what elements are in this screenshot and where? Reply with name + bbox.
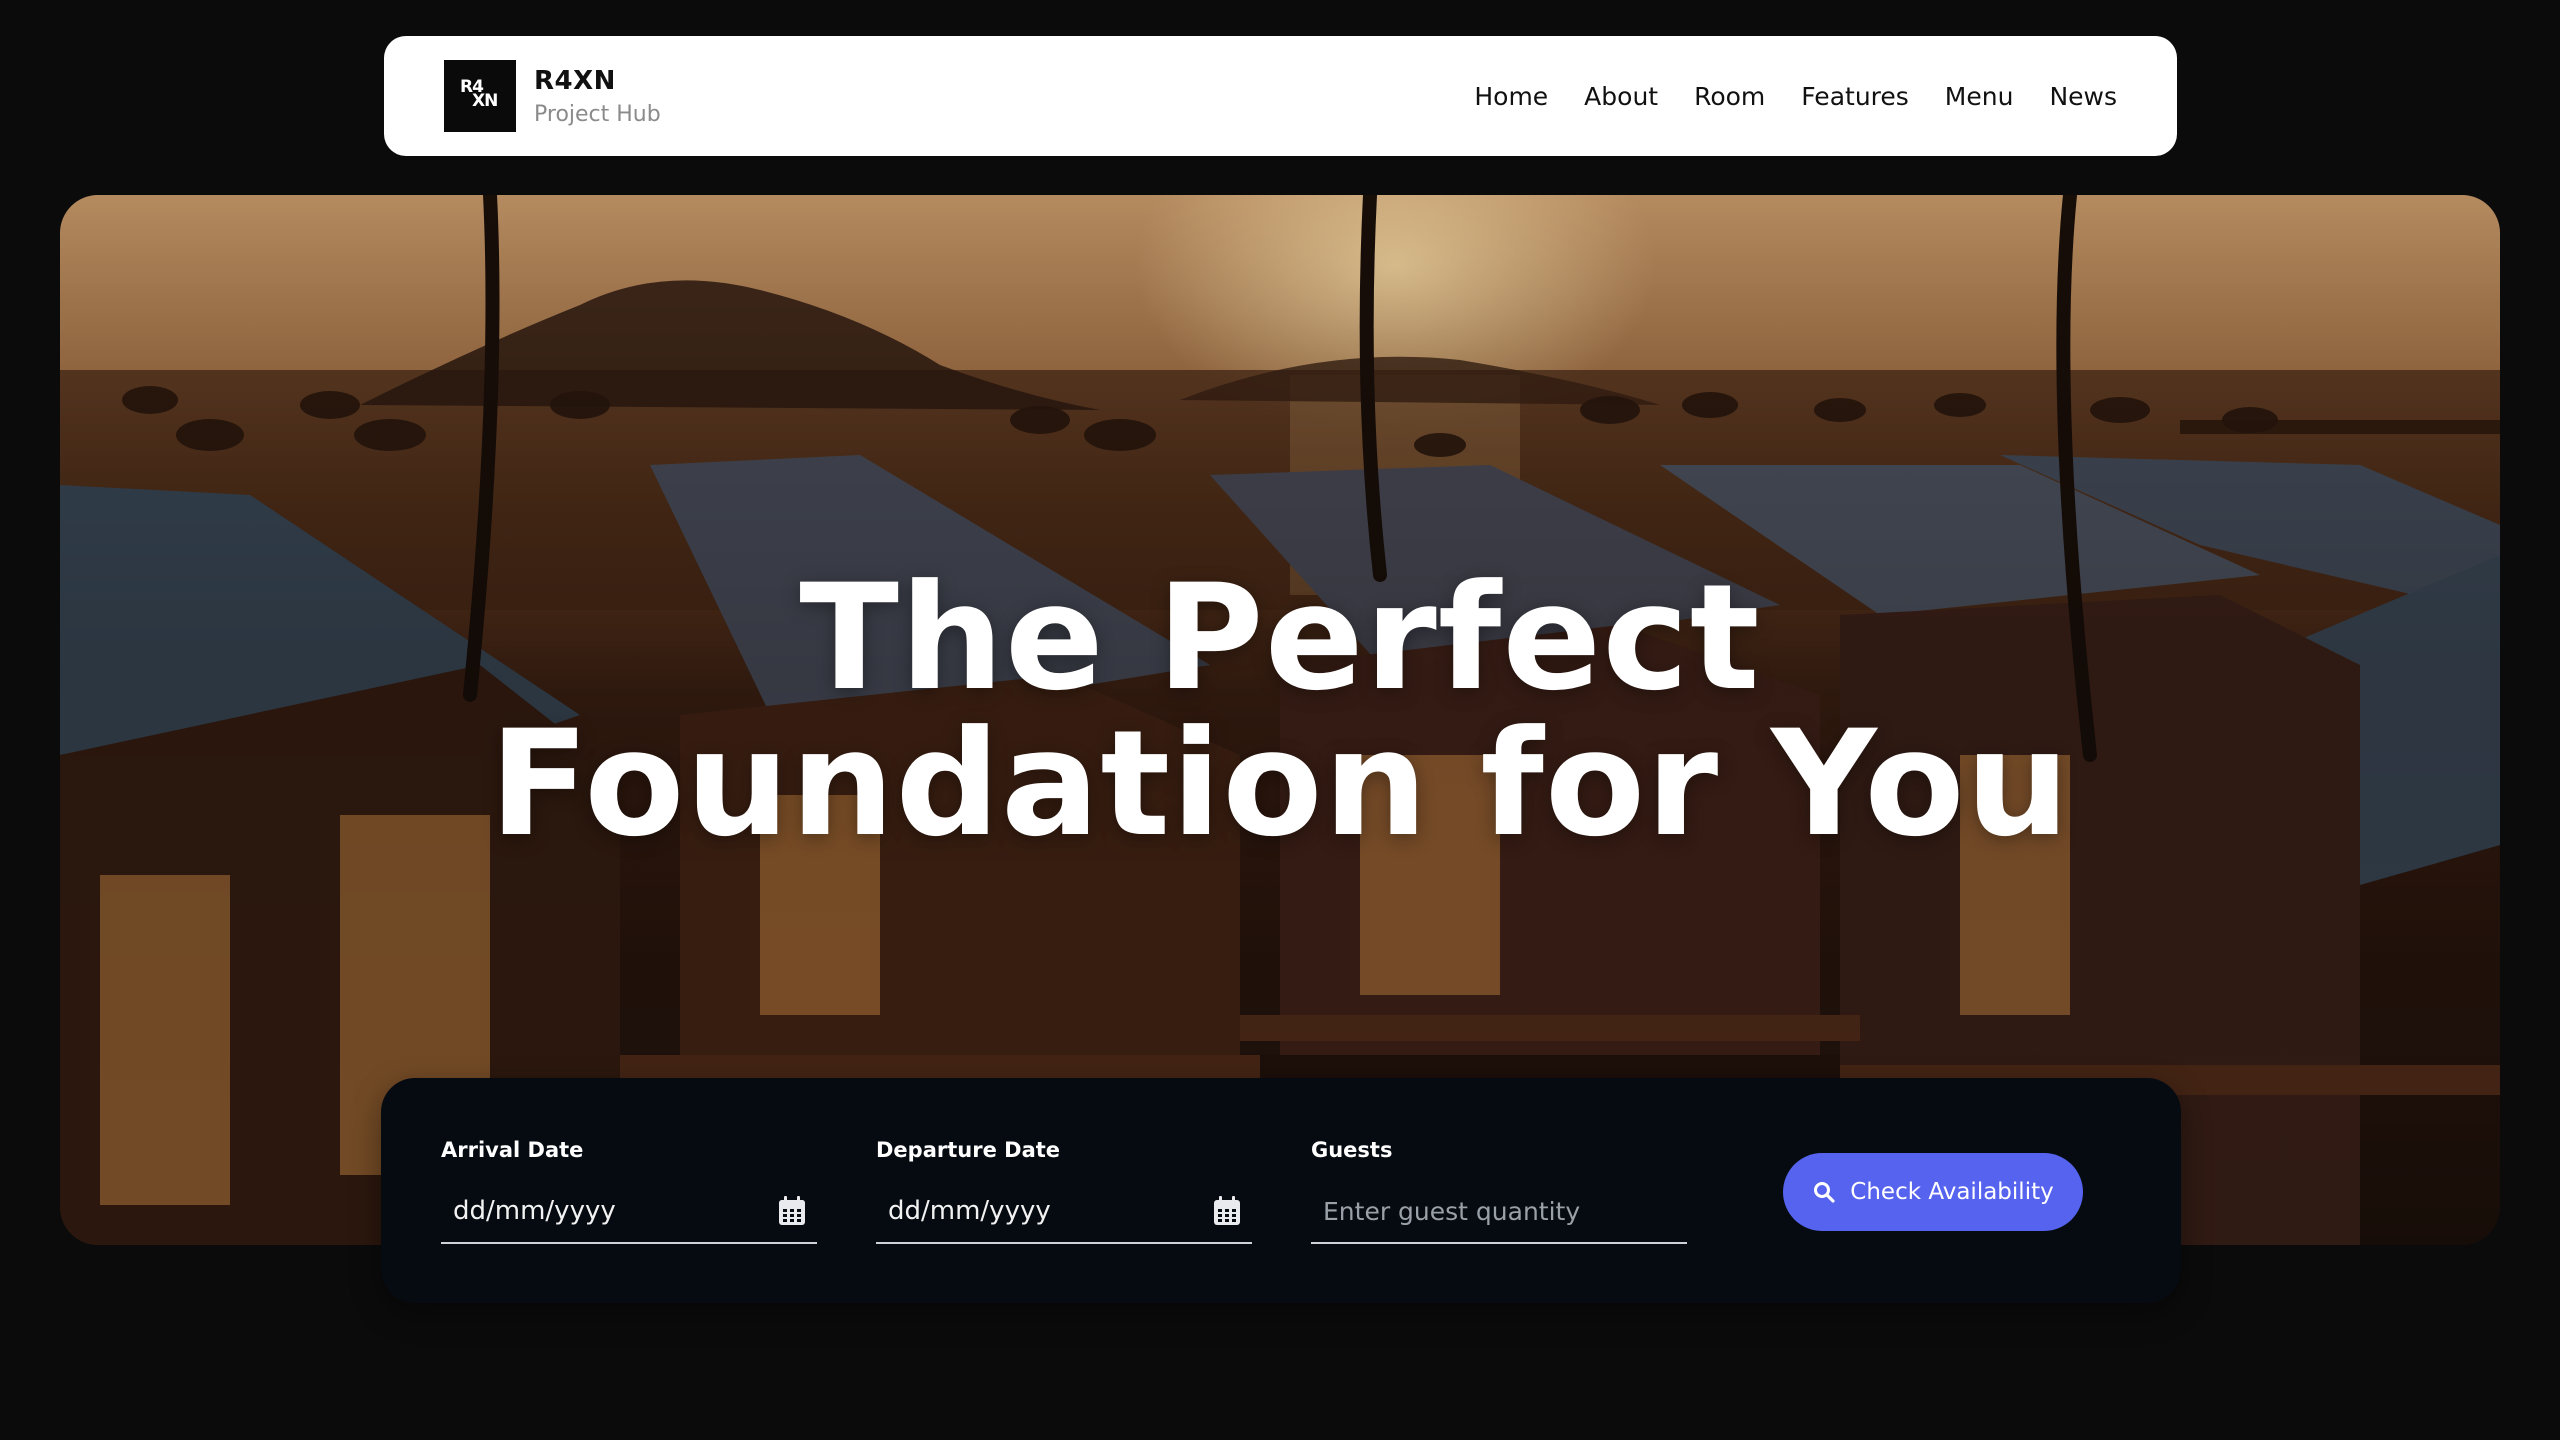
nav-link-room[interactable]: Room [1694, 82, 1765, 111]
departure-date-label: Departure Date [876, 1138, 1061, 1162]
nav-link-news[interactable]: News [2049, 82, 2117, 111]
booking-form: Arrival Date dd/mm/yyyy Departure Date d… [381, 1078, 2181, 1303]
guests-label: Guests [1311, 1138, 1393, 1162]
brand-subtitle: Project Hub [534, 101, 661, 127]
brand-text: R4XN Project Hub [534, 66, 661, 127]
logo-text-bottom: XN [472, 91, 498, 111]
calendar-icon[interactable] [777, 1195, 807, 1227]
calendar-icon[interactable] [1212, 1195, 1242, 1227]
arrival-date-label: Arrival Date [441, 1138, 584, 1162]
nav-link-home[interactable]: Home [1474, 82, 1548, 111]
departure-date-value: dd/mm/yyyy [888, 1196, 1051, 1226]
guests-input[interactable]: Enter guest quantity [1311, 1180, 1687, 1244]
arrival-date-input[interactable]: dd/mm/yyyy [441, 1180, 817, 1244]
arrival-date-value: dd/mm/yyyy [453, 1196, 616, 1226]
main-nav: Home About Room Features Menu News [1474, 82, 2117, 111]
nav-link-features[interactable]: Features [1801, 82, 1909, 111]
search-icon [1814, 1182, 1835, 1203]
guests-placeholder: Enter guest quantity [1323, 1196, 1581, 1226]
brand-name: R4XN [534, 65, 616, 96]
brand-logo[interactable]: R4 XN [444, 60, 516, 132]
check-availability-button[interactable]: Check Availability [1783, 1153, 2083, 1231]
brand[interactable]: R4 XN R4XN Project Hub [444, 60, 661, 132]
hero-headline-line1: The Perfect [799, 553, 1761, 723]
nav-link-about[interactable]: About [1584, 82, 1658, 111]
arrival-date-field: Arrival Date dd/mm/yyyy [441, 1138, 817, 1244]
departure-date-input[interactable]: dd/mm/yyyy [876, 1180, 1252, 1244]
top-navbar: R4 XN R4XN Project Hub Home About Room F… [384, 36, 2177, 156]
hero-headline: The Perfect Foundation for You [60, 565, 2500, 857]
guests-field: Guests Enter guest quantity [1311, 1138, 1687, 1244]
hero-headline-line2: Foundation for You [489, 699, 2071, 869]
nav-link-menu[interactable]: Menu [1945, 82, 2014, 111]
departure-date-field: Departure Date dd/mm/yyyy [876, 1138, 1252, 1244]
check-availability-label: Check Availability [1850, 1179, 2054, 1205]
